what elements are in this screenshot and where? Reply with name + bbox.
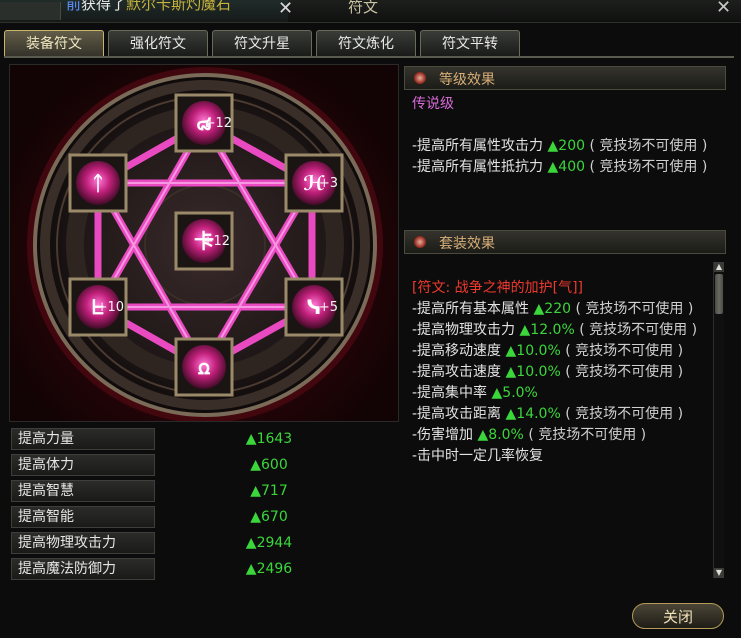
effect-line: -伤害增加 ▲8.0% ( 竞技场不可使用 ) xyxy=(412,427,647,443)
stat-row: 提高智能 ▲670 xyxy=(9,504,399,530)
stat-name: 提高智能 xyxy=(11,506,155,528)
notice-message: 获得了 xyxy=(81,0,127,13)
stat-value: ▲670 xyxy=(250,509,288,525)
effect-line: -提高所有属性攻击力 ▲200 ( 竞技场不可使用 ) xyxy=(412,138,708,154)
set-effect-body: [符文: 战争之神的加护[气]] -提高所有基本属性 ▲220 ( 竞技场不可使… xyxy=(404,254,726,471)
notice-close-icon[interactable]: ✕ xyxy=(278,0,293,19)
stat-name: 提高物理攻击力 xyxy=(11,532,155,554)
effect-line: -提高所有基本属性 ▲220 ( 竞技场不可使用 ) xyxy=(412,301,694,317)
rune-circle-panel: ๘ ℋ ᓭ ꭥ ᖶ ᛏ 卡 +12 +3 +5 +10 +12 xyxy=(9,64,399,422)
set-name: [符文: 战争之神的加护[气]] xyxy=(412,280,584,296)
stat-row: 提高智慧 ▲717 xyxy=(9,478,399,504)
window-title: 符文 xyxy=(348,0,379,16)
effect-line: -提高集中率 ▲5.0% xyxy=(412,385,538,401)
effect-line: -提高移动速度 ▲10.0% ( 竞技场不可使用 ) xyxy=(412,343,684,359)
stat-value: ▲600 xyxy=(250,457,288,473)
top-bar: 前获得了默尔卡斯灼魔石 ✕ 符文 ✕ xyxy=(0,0,741,23)
tab-underline xyxy=(4,56,734,58)
section-bullet-icon xyxy=(414,236,426,248)
stat-name: 提高力量 xyxy=(11,428,155,450)
rune-level-lower-left: +10 xyxy=(97,300,124,315)
stat-row: 提高体力 ▲600 xyxy=(9,452,399,478)
scroll-thumb[interactable] xyxy=(715,274,723,314)
tab-equip-rune[interactable]: 装备符文 xyxy=(4,30,104,56)
notice-text: 前获得了默尔卡斯灼魔石 xyxy=(66,0,231,14)
effect-line-truncated: -击中时一定几率恢复 xyxy=(412,448,544,464)
tab-enhance-rune[interactable]: 强化符文 xyxy=(108,30,208,56)
effect-line: -提高所有属性抵抗力 ▲400 ( 竞技场不可使用 ) xyxy=(412,159,708,175)
stat-value: ▲717 xyxy=(250,483,288,499)
stat-row: 提高魔法防御力 ▲2496 xyxy=(9,556,399,582)
stat-name: 提高体力 xyxy=(11,454,155,476)
notice-panel: 前获得了默尔卡斯灼魔石 ✕ xyxy=(0,0,293,22)
set-effect-scroll-area[interactable]: [符文: 战争之神的加护[气]] -提高所有基本属性 ▲220 ( 竞技场不可使… xyxy=(404,254,726,587)
notice-side-bar xyxy=(0,2,61,20)
scroll-up-icon[interactable]: ▲ xyxy=(714,262,724,272)
stat-value: ▲1643 xyxy=(245,431,293,447)
scrollbar[interactable]: ▲ ▼ xyxy=(713,262,724,578)
tab-rune-refine[interactable]: 符文炼化 xyxy=(316,30,416,56)
effect-line: -提高攻击速度 ▲10.0% ( 竞技场不可使用 ) xyxy=(412,364,684,380)
stat-name: 提高魔法防御力 xyxy=(11,558,155,580)
stat-value: ▲2944 xyxy=(245,535,293,551)
rune-glyph-bottom: ꭥ xyxy=(198,355,210,379)
set-effect-header: 套装效果 xyxy=(404,230,726,254)
effect-line: -提高物理攻击力 ▲12.0% ( 竞技场不可使用 ) xyxy=(412,322,698,338)
close-button[interactable]: 关闭 xyxy=(632,603,724,629)
rune-level-upper-right: +3 xyxy=(319,176,338,191)
rune-glyph-upper-left: ᛏ xyxy=(92,171,104,195)
effects-panel: 等级效果 传说级 -提高所有属性攻击力 ▲200 ( 竞技场不可使用 ) -提高… xyxy=(404,66,726,587)
rune-level-center: +12 xyxy=(203,234,230,249)
tab-rune-transfer[interactable]: 符文平转 xyxy=(420,30,520,56)
stat-name: 提高智慧 xyxy=(11,480,155,502)
rune-circle-art: ๘ ℋ ᓭ ꭥ ᖶ ᛏ 卡 +12 +3 +5 +10 +12 xyxy=(27,67,383,421)
stat-row: 提高力量 ▲1643 xyxy=(9,426,399,452)
stats-list: 提高力量 ▲1643 提高体力 ▲600 提高智慧 ▲717 提高智能 ▲670… xyxy=(9,426,399,582)
level-effect-body: 传说级 -提高所有属性攻击力 ▲200 ( 竞技场不可使用 ) -提高所有属性抵… xyxy=(404,90,726,230)
section-bullet-icon xyxy=(414,72,426,84)
grade-label: 传说级 xyxy=(412,96,454,112)
notice-prefix: 前 xyxy=(66,0,82,13)
set-effect-title: 套装效果 xyxy=(439,236,495,252)
stat-value: ▲2496 xyxy=(245,561,293,577)
effect-line: -提高攻击距离 ▲14.0% ( 竞技场不可使用 ) xyxy=(412,406,684,422)
scroll-down-icon[interactable]: ▼ xyxy=(714,568,724,578)
window-close-icon[interactable]: ✕ xyxy=(716,0,731,18)
tab-rune-star[interactable]: 符文升星 xyxy=(212,30,312,56)
level-effect-title: 等级效果 xyxy=(439,72,495,88)
stat-row: 提高物理攻击力 ▲2944 xyxy=(9,530,399,556)
rune-level-top: +12 xyxy=(205,116,232,131)
level-effect-header: 等级效果 xyxy=(404,66,726,90)
rune-level-lower-right: +5 xyxy=(319,300,338,315)
notice-item: 默尔卡斯灼魔石 xyxy=(126,0,232,13)
